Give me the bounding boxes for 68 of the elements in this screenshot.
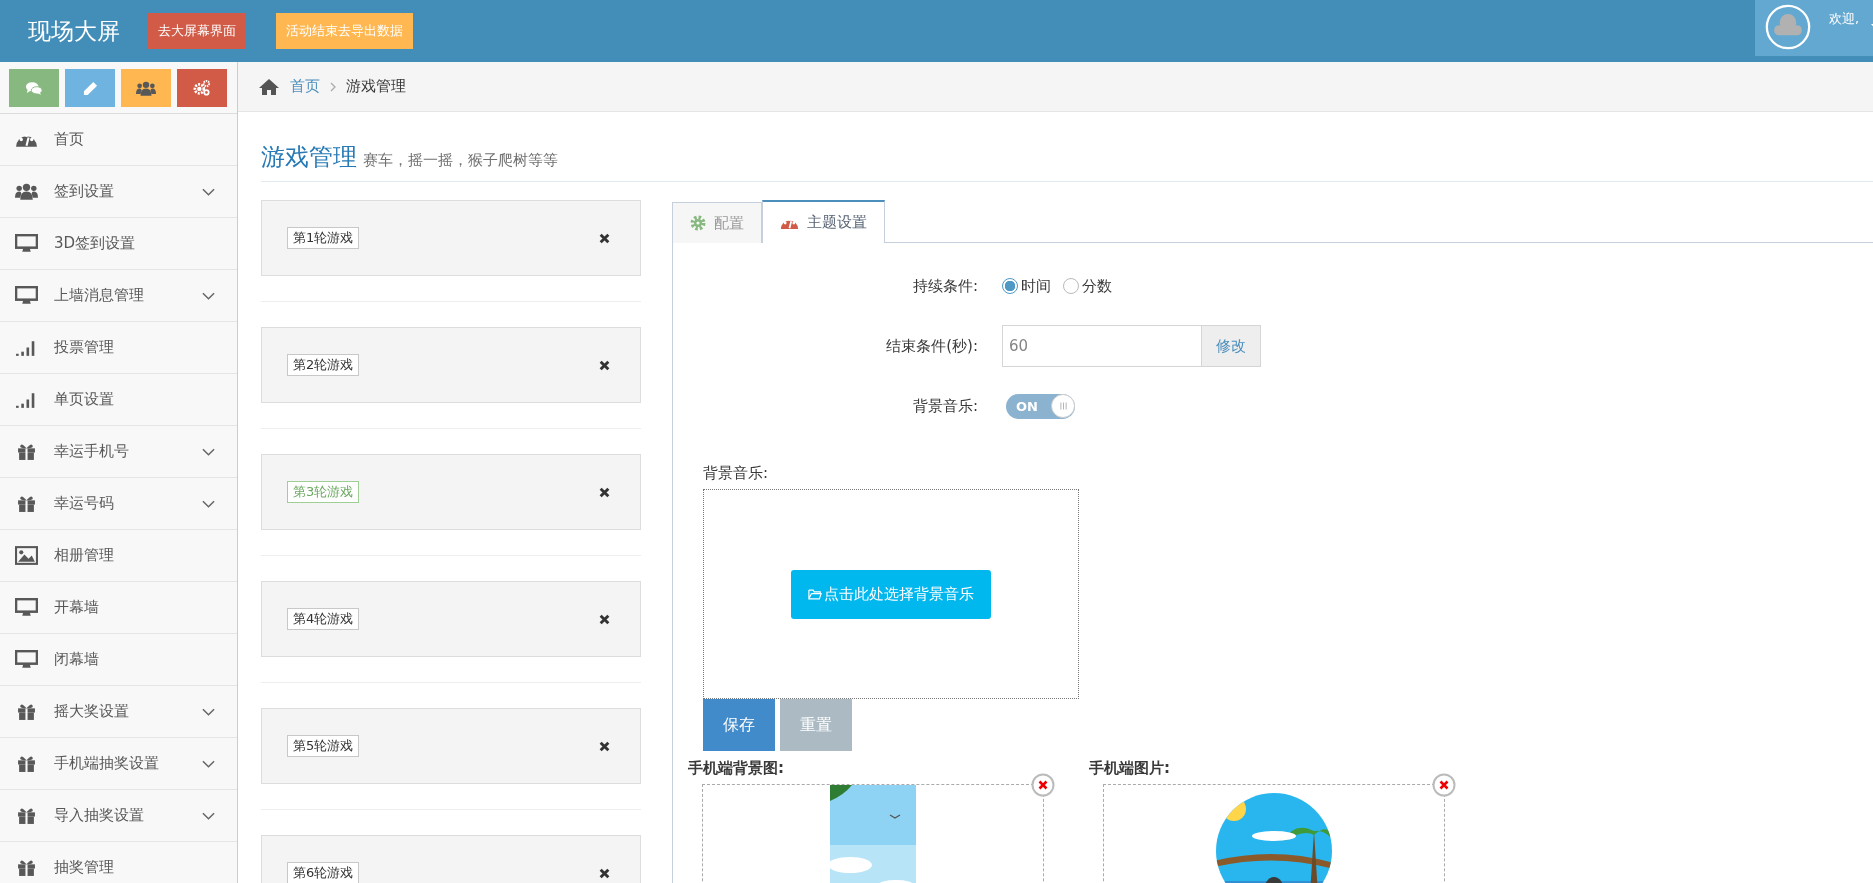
game-label: 第1轮游戏 [287,227,360,249]
header-button[interactable]: 去大屏幕界面 [148,13,246,49]
game-label: 第6轮游戏 [287,862,360,883]
game-label: 第3轮游戏 [287,481,360,503]
avatar-icon [1765,4,1811,50]
users-icon [14,182,38,201]
shortcut-button[interactable] [121,69,171,107]
close-icon[interactable] [599,486,610,498]
game-label: 第5轮游戏 [287,735,360,757]
image-icon [14,546,38,565]
sidebar-item[interactable]: 闭幕墙 [0,634,237,686]
monitor-icon [14,650,38,669]
settings-icon [193,80,211,96]
sidebar-item[interactable]: 单页设置 [0,374,237,426]
sidebar-item[interactable]: 首页 [0,114,237,166]
sidebar-item[interactable]: 幸运手机号 [0,426,237,478]
toggle-knob[interactable] [1051,394,1075,418]
game-card[interactable]: 第6轮游戏 [261,835,641,883]
close-icon[interactable] [599,740,610,752]
field-label: 手机端图片: [1089,759,1171,778]
remove-icon[interactable] [1432,773,1456,797]
breadcrumb-current: 游戏管理 [346,77,406,96]
monitor-icon [14,234,38,253]
page-title: 游戏管理 [261,142,357,173]
field-label: 手机端背景图: [688,759,785,778]
sidebar-item[interactable]: 摇大奖设置 [0,686,237,738]
text-input[interactable]: 60 [1002,325,1202,367]
sidebar-item[interactable]: 幸运号码 [0,478,237,530]
sidebar-item[interactable]: 签到设置 [0,166,237,218]
sidebar-item[interactable]: 3D签到设置 [0,218,237,270]
field-label: 背景音乐: [911,396,979,416]
radio-option[interactable]: 分数 [1063,276,1112,296]
sidebar-item[interactable]: 抽奖管理 [0,842,237,883]
game-card[interactable]: 第5轮游戏 [261,708,641,784]
shortcut-button[interactable] [177,69,227,107]
sidebar-item[interactable]: 开幕墙 [0,582,237,634]
close-icon[interactable] [599,867,610,879]
field-label: 背景音乐: [703,464,770,483]
close-icon[interactable] [599,359,610,371]
sidebar-item[interactable]: 手机端抽奖设置 [0,738,237,790]
gear-icon [690,215,706,231]
radio-option[interactable]: 时间 [1002,276,1051,296]
app-title: 现场大屏 [28,16,120,46]
sidebar-item[interactable]: 投票管理 [0,322,237,374]
users-icon [136,80,156,96]
monitor-icon [14,598,38,617]
monitor-icon [14,286,38,305]
game-card[interactable]: 第4轮游戏 [261,581,641,657]
game-card[interactable]: 第2轮游戏 [261,327,641,403]
folder-icon [808,588,822,600]
game-label: 第4轮游戏 [287,608,360,630]
sidebar-item[interactable]: 导入抽奖设置 [0,790,237,842]
save-button[interactable]: 保存 [703,699,775,751]
close-icon[interactable] [599,232,610,244]
tab[interactable]: 主题设置 [762,200,885,243]
sidebar-item[interactable]: 上墙消息管理 [0,270,237,322]
field-label: 持续条件: [911,276,979,296]
field-label: 结束条件(秒): [885,336,979,356]
close-icon[interactable] [599,613,610,625]
home-icon [258,77,280,96]
sidebar-item[interactable]: 相册管理 [0,530,237,582]
game-card[interactable]: 第1轮游戏 [261,200,641,276]
welcome-text: 欢迎, [1829,10,1860,28]
chat-icon [25,80,43,96]
game-label: 第2轮游戏 [287,354,360,376]
remove-icon[interactable] [1031,773,1055,797]
pencil-icon [82,80,98,96]
page-subtitle: 赛车，摇一摇，猴子爬树等等 [363,151,558,170]
